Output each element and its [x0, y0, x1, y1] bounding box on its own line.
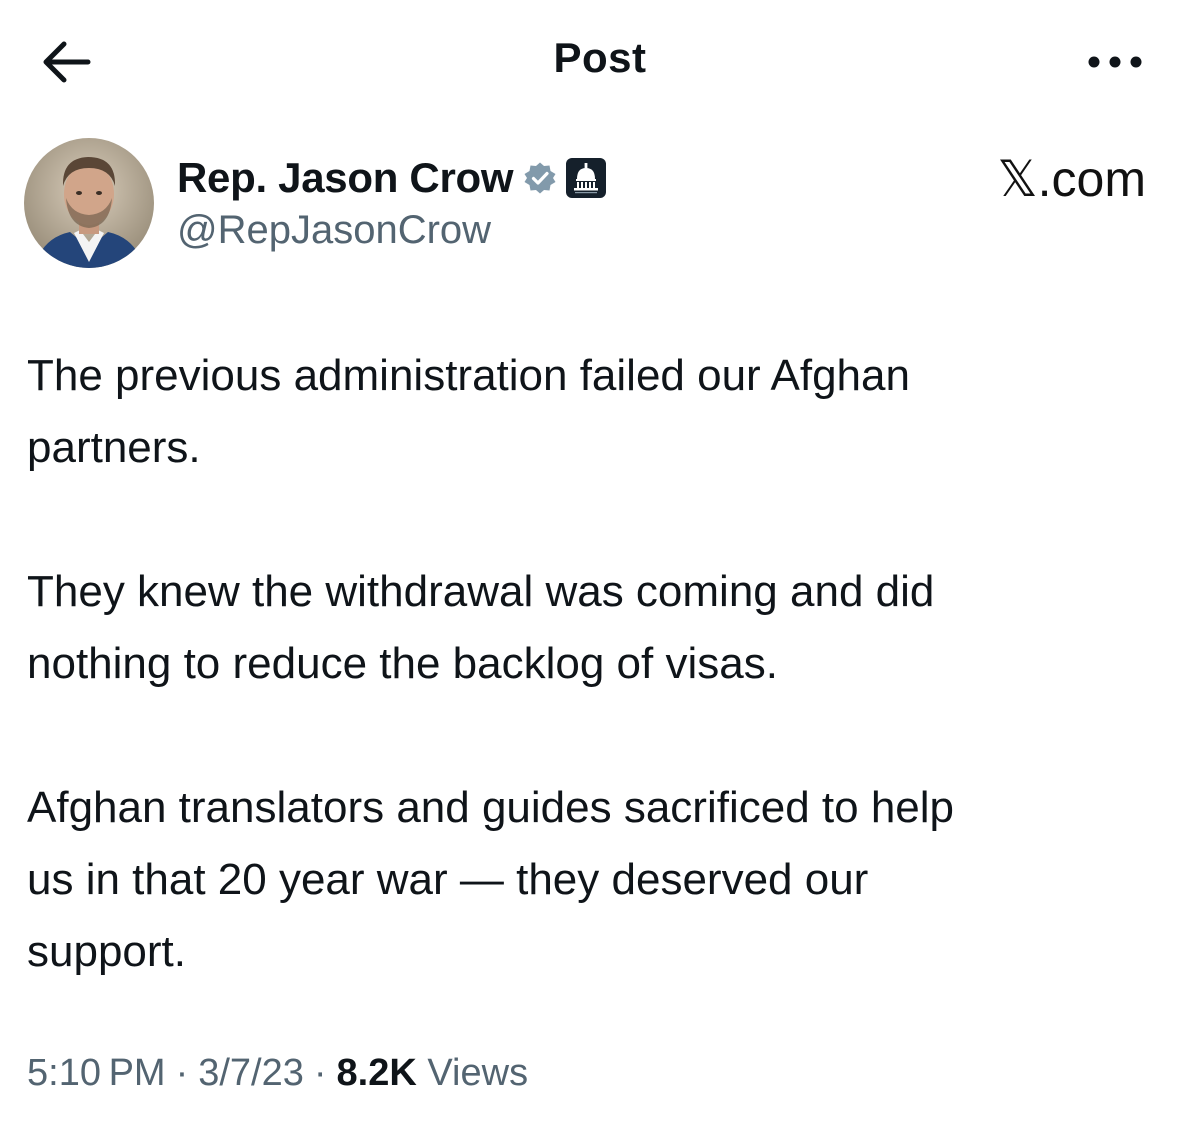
- separator-dot: ·: [313, 1052, 327, 1094]
- post-paragraph: They knew the withdrawal was coming and …: [27, 567, 935, 688]
- views-count: 8.2K: [336, 1052, 417, 1094]
- page-title: Post: [553, 34, 647, 81]
- post-paragraph: The previous administration failed our A…: [27, 351, 910, 472]
- more-options-button[interactable]: [1080, 44, 1150, 80]
- post-time[interactable]: 5:10 PM: [27, 1052, 166, 1094]
- post-meta: 5:10 PM · 3/7/23 · 8.2K Views: [27, 1052, 528, 1095]
- post-paragraph: Afghan translators and guides sacrificed…: [27, 783, 955, 976]
- more-horizontal-icon: [1088, 56, 1142, 68]
- author-name-row: Rep. Jason Crow: [177, 152, 607, 204]
- profile-photo: [24, 138, 154, 268]
- top-nav-bar: Post: [0, 0, 1200, 120]
- capitol-dome-icon: [566, 158, 607, 198]
- separator-dot: ·: [175, 1052, 189, 1094]
- post-date[interactable]: 3/7/23: [198, 1052, 304, 1094]
- avatar[interactable]: [24, 138, 154, 268]
- views-label: Views: [427, 1052, 529, 1094]
- post-text: The previous administration failed our A…: [27, 340, 1167, 988]
- watermark-text: 𝕏.com: [997, 151, 1146, 207]
- author-name[interactable]: Rep. Jason Crow: [177, 154, 514, 202]
- verified-badge-icon: [524, 162, 556, 194]
- author-handle[interactable]: @RepJasonCrow: [177, 208, 491, 253]
